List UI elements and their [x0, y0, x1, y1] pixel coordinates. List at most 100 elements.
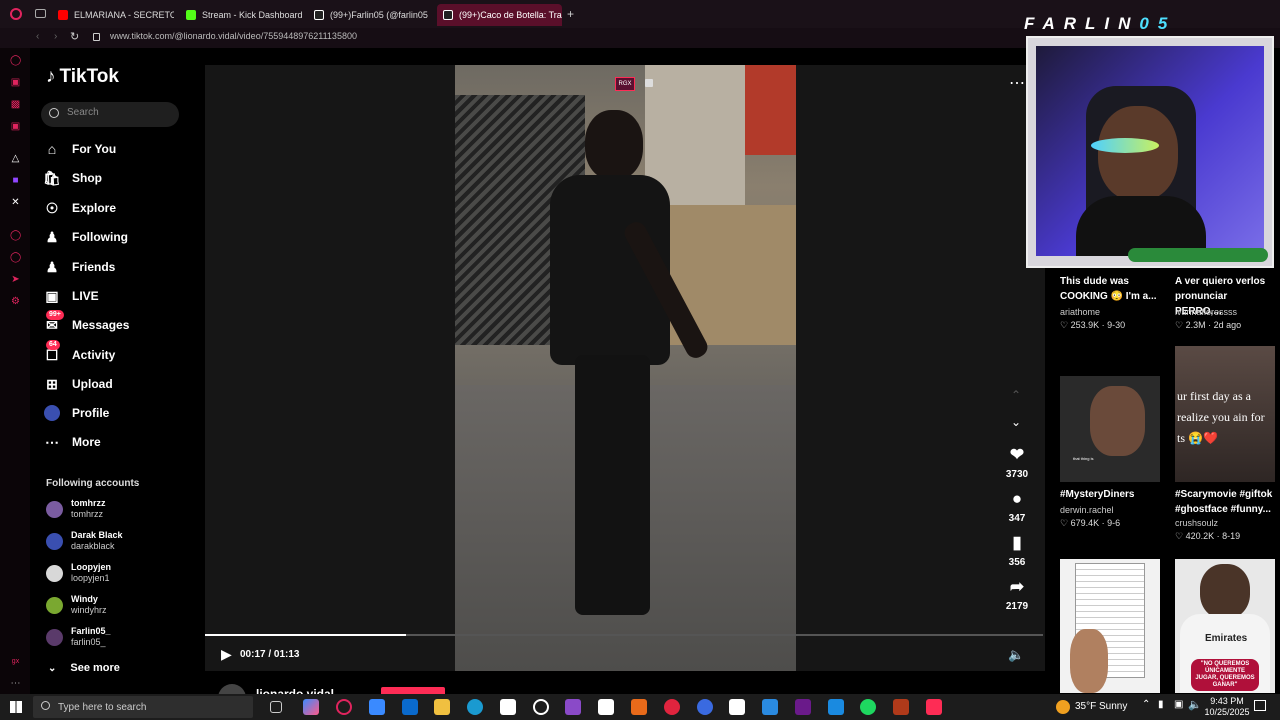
folder-icon[interactable]	[434, 699, 450, 715]
following-account[interactable]: Windy windyhrz	[46, 592, 107, 618]
clock-date[interactable]: 10/25/2025	[1203, 707, 1251, 717]
tiktok-logo[interactable]: ♪ TikTok	[46, 66, 119, 88]
copilot-icon[interactable]	[303, 699, 319, 715]
tab-youtube[interactable]: ELMARIANA - SECRETO D	[52, 4, 174, 26]
tab-list-icon[interactable]	[35, 9, 46, 18]
capcut-icon[interactable]	[729, 699, 745, 715]
nav-more[interactable]: ⋯ More	[44, 431, 101, 453]
capcut-icon[interactable]	[598, 699, 614, 715]
sidebar-kick-icon[interactable]: △	[10, 153, 21, 164]
author-name[interactable]: lionardo.vidal	[256, 686, 334, 694]
network-icon[interactable]: ▣	[1174, 699, 1183, 710]
nav-following[interactable]: ♟ Following	[44, 226, 128, 248]
chatgpt-icon[interactable]	[533, 699, 549, 715]
card-thumbnail[interactable]: Emirates "NO QUEREMOS ÚNICAMENTE JUGAR, …	[1175, 559, 1275, 693]
url-text[interactable]: www.tiktok.com/@lionardo.vidal/video/755…	[110, 31, 357, 41]
play-icon[interactable]: ▶	[221, 646, 232, 663]
card-thumbnail[interactable]	[1060, 559, 1160, 693]
sidebar-m-icon[interactable]: ▣	[10, 121, 21, 132]
notifications-icon[interactable]	[1254, 700, 1266, 711]
progress-bar[interactable]	[205, 634, 1043, 636]
back-icon[interactable]: ‹	[36, 31, 39, 42]
search-box[interactable]	[41, 102, 179, 127]
app-icon[interactable]	[828, 699, 844, 715]
share-button[interactable]: ➦ 2179	[1002, 577, 1032, 612]
like-button[interactable]: ❤ 3730	[1002, 445, 1032, 480]
more-options-icon[interactable]: ⋯	[1009, 73, 1025, 93]
nav-activity[interactable]: ☐ 64 Activity	[44, 340, 115, 366]
app-icon[interactable]	[697, 699, 713, 715]
card-title[interactable]: This dude was COOKING 😳 I'm a...	[1060, 274, 1160, 304]
card-title[interactable]: #MysteryDiners	[1060, 487, 1160, 502]
tiktok-icon[interactable]	[926, 699, 942, 715]
search-input[interactable]	[67, 107, 167, 118]
nav-explore[interactable]: ☉ Explore	[44, 197, 116, 219]
pip-icon[interactable]	[645, 79, 653, 87]
volume-icon[interactable]: 🔈	[1188, 698, 1202, 711]
taskbar-search[interactable]: Type here to search	[33, 696, 253, 718]
reload-icon[interactable]: ↻	[70, 30, 79, 43]
nav-messages[interactable]: ✉ 99+ Messages	[44, 310, 129, 336]
task-view-icon[interactable]	[270, 701, 282, 713]
forward-icon[interactable]: ›	[54, 31, 57, 42]
windows-start-icon[interactable]	[10, 701, 22, 713]
tab-kick-dashboard[interactable]: Stream - Kick Dashboard	[180, 4, 305, 26]
sidebar-history-icon[interactable]: ◯	[10, 55, 21, 66]
capcut-icon[interactable]	[500, 699, 516, 715]
nav-for-you[interactable]: ⌂ For You	[44, 138, 116, 160]
sidebar-clock-icon[interactable]: ◯	[10, 252, 21, 263]
card-author[interactable]: ivannafloressss	[1175, 307, 1237, 317]
comment-button[interactable]: ● 347	[1002, 489, 1032, 524]
app-icon[interactable]	[893, 699, 909, 715]
card-author[interactable]: crushsoulz	[1175, 518, 1218, 528]
sidebar-x-icon[interactable]: ✕	[10, 197, 21, 208]
nav-shop[interactable]: 🛍 Shop	[43, 167, 102, 189]
sidebar-send-icon[interactable]: ➤	[10, 274, 21, 285]
store-icon[interactable]	[369, 699, 385, 715]
card-thumbnail[interactable]: that thing is	[1060, 376, 1160, 482]
nav-profile[interactable]: Profile	[44, 402, 109, 424]
tab-tiktok-video[interactable]: (99+)Caco de Botella: Tra	[437, 4, 562, 26]
card-author[interactable]: ariathome	[1060, 307, 1100, 317]
spotify-icon[interactable]	[860, 699, 876, 715]
following-account[interactable]: tomhrzz tomhrzz	[46, 496, 106, 522]
sidebar-gx-icon[interactable]: gx	[10, 656, 21, 667]
nav-friends[interactable]: ♟ Friends	[44, 256, 116, 278]
weather-text[interactable]: 35°F Sunny	[1075, 701, 1127, 712]
sidebar-more-icon[interactable]: ⋯	[10, 678, 21, 689]
clock-time[interactable]: 9:43 PM	[1209, 696, 1245, 706]
chevron-down-icon[interactable]: ⌄	[1011, 415, 1021, 429]
nav-live[interactable]: ▣ LIVE	[44, 285, 98, 307]
follow-button[interactable]	[381, 687, 445, 694]
card-author[interactable]: derwin.rachel	[1060, 505, 1114, 515]
video-player[interactable]: RGX ⋯ ⌃ ⌄ ❤ 3730 ● 347 ▮ 356 ➦ 2179 ▶ 00…	[205, 65, 1045, 671]
card-thumbnail[interactable]: ur first day as a realize you ain for ts…	[1175, 346, 1275, 482]
nav-upload[interactable]: ⊞ Upload	[44, 373, 113, 395]
following-account[interactable]: Loopyjen loopyjen1	[46, 560, 111, 586]
tray-chevron-icon[interactable]: ⌃	[1142, 699, 1150, 710]
sidebar-play-icon[interactable]: ◯	[10, 230, 21, 241]
sidebar-twitch-icon[interactable]: ■	[10, 175, 21, 186]
following-account[interactable]: Darak Black darakblack	[46, 528, 123, 554]
microphone-icon[interactable]: ▮	[1158, 699, 1164, 710]
adobe-icon[interactable]	[631, 699, 647, 715]
outlook-icon[interactable]	[402, 699, 418, 715]
next-app-icon[interactable]	[795, 699, 811, 715]
browser-logo-icon[interactable]	[10, 8, 22, 20]
opera-gx-icon[interactable]	[336, 699, 352, 715]
sidebar-bag-icon[interactable]: ▣	[10, 77, 21, 88]
see-more-button[interactable]: ⌄ See more	[48, 657, 120, 679]
edge-icon[interactable]	[467, 699, 483, 715]
card-title[interactable]: #Scarymovie #giftok #ghostface #funny...	[1175, 487, 1275, 517]
chevron-up-icon[interactable]: ⌃	[1011, 388, 1021, 402]
save-button[interactable]: ▮ 356	[1002, 533, 1032, 568]
sidebar-settings-icon[interactable]: ⚙	[10, 296, 21, 307]
tab-tiktok-profile[interactable]: (99+)Farlin05 (@farlin05	[308, 4, 433, 26]
app-icon[interactable]	[565, 699, 581, 715]
new-tab-icon[interactable]: +	[567, 7, 574, 21]
app-icon[interactable]	[762, 699, 778, 715]
following-account[interactable]: Farlin05_ farlin05_	[46, 624, 111, 650]
sidebar-chat-icon[interactable]: ▩	[10, 99, 21, 110]
video-player-icon[interactable]	[664, 699, 680, 715]
volume-icon[interactable]: 🔈	[1008, 647, 1024, 663]
